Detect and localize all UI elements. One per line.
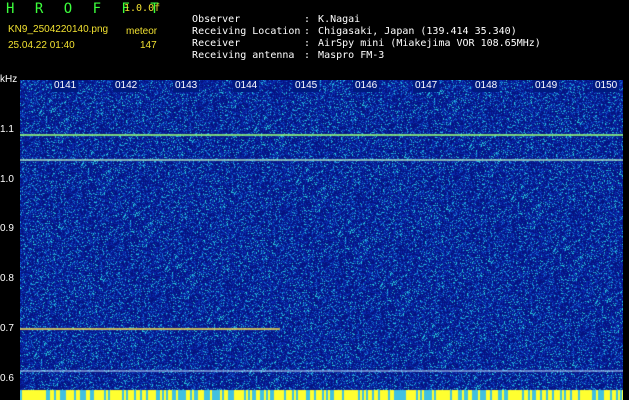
time-label: 0145 (293, 80, 320, 92)
y-tick: 0.9 (0, 223, 14, 234)
time-label: 0142 (113, 80, 140, 92)
time-label: 0146 (353, 80, 380, 92)
y-tick: 1.1 (0, 124, 14, 135)
y-tick: 0.8 (0, 273, 14, 284)
version-label: 1.0.0f (124, 3, 161, 14)
filename-label: KN9_2504220140.png (8, 24, 109, 35)
time-label: 0147 (413, 80, 440, 92)
spectrogram-canvas (20, 80, 623, 400)
time-label: 0148 (473, 80, 500, 92)
spectrogram: 0141 0142 0143 0144 0145 0146 0147 0148 … (20, 80, 623, 400)
time-label: 0149 (533, 80, 560, 92)
meteor-label: meteor (126, 26, 158, 37)
info-value: Maspro FM-3 (318, 50, 385, 61)
time-label: 0143 (173, 80, 200, 92)
time-label: 0141 (52, 80, 79, 92)
datetime-label: 25.04.22 01:40 (8, 40, 75, 51)
y-unit-label: kHz (0, 74, 18, 85)
y-tick: 1.0 (0, 174, 14, 185)
y-tick: 0.7 (0, 323, 14, 334)
y-tick: 0.6 (0, 373, 14, 384)
time-label: 0144 (233, 80, 260, 92)
info-row-antenna: Receiving antenna: Maspro FM-3 (192, 50, 385, 61)
time-label: 0150 (593, 80, 620, 92)
info-key: Receiving antenna (192, 50, 295, 61)
meteor-count: 147 (140, 40, 157, 51)
